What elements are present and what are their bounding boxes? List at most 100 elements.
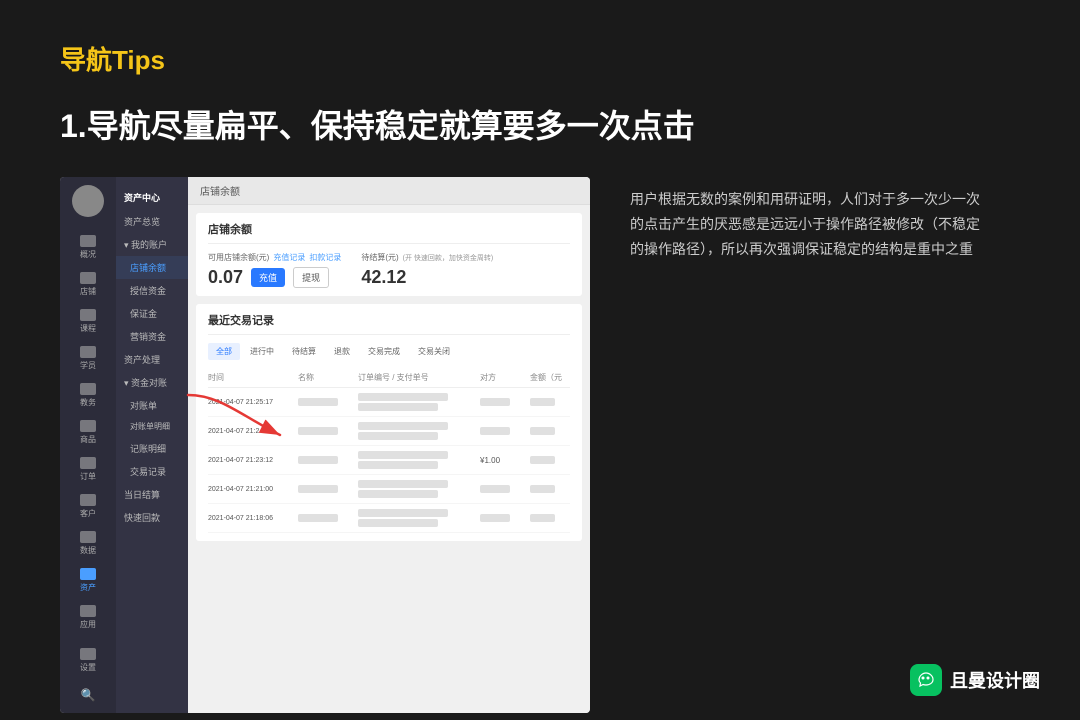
cell-amount: [530, 514, 555, 522]
col-name: 名称: [298, 372, 358, 383]
sub-sidebar-item-statement-detail[interactable]: 对账单明细: [116, 417, 188, 437]
sidebar-logo: [72, 185, 104, 217]
cell-party: [480, 398, 510, 406]
pending-label: 待结算(元): [361, 252, 398, 263]
deduction-link[interactable]: 扣款记录: [309, 252, 341, 263]
pay-num: [358, 461, 438, 469]
pay-num: [358, 432, 438, 440]
tab-row: 全部 进行中 待结算 退款 交易完成 交易关闭: [208, 343, 570, 360]
cell-name: [298, 427, 338, 435]
sidebar: 概况 店铺 课程 学员 教务: [60, 177, 116, 713]
cell-amount: [530, 485, 555, 493]
sidebar-item-label: 客户: [80, 508, 96, 519]
goods-icon: [80, 420, 96, 432]
pay-num: [358, 403, 438, 411]
content-breadcrumb: 店铺余额: [188, 177, 590, 205]
sub-sidebar-item-reconcile[interactable]: ▾ 资金对账: [116, 371, 188, 394]
sidebar-item-customer[interactable]: 客户: [60, 488, 116, 525]
col-party: 对方: [480, 372, 530, 383]
sub-sidebar-title: 资产中心: [116, 185, 188, 210]
transaction-section: 最近交易记录 全部 进行中 待结算 退款 交易完成 交易关闭 时间 名称 订单编…: [196, 304, 582, 541]
sidebar-item-label: 资产: [80, 582, 96, 593]
sub-sidebar-item-credit[interactable]: 授信资金: [116, 279, 188, 302]
cell-time: 2021-04-07 21:23:12: [208, 457, 298, 464]
sub-sidebar-item-transaction[interactable]: 交易记录: [116, 460, 188, 483]
main-heading: 1.导航尽量扁平、保持稳定就算要多一次点击: [60, 101, 1020, 147]
sub-sidebar-item-statement[interactable]: 对账单: [116, 394, 188, 417]
table-row: 2021-04-07 21:24:19: [208, 417, 570, 446]
sidebar-item-label: 店铺: [80, 286, 96, 297]
sidebar-item-course[interactable]: 课程: [60, 303, 116, 340]
sidebar-item-label: 学员: [80, 360, 96, 371]
tab-closed[interactable]: 交易关闭: [410, 343, 458, 360]
ui-mockup: 概况 店铺 课程 学员 教务: [60, 177, 590, 713]
page-container: 导航Tips 1.导航尽量扁平、保持稳定就算要多一次点击 概况 店铺 课程: [0, 0, 1080, 720]
pending-balance-block: 待结算(元) (开 快速回款，加快资金周转) 42.12: [361, 252, 493, 288]
brand-name: 且曼设计圈: [950, 667, 1040, 693]
tab-refund[interactable]: 退款: [326, 343, 358, 360]
sidebar-item-label: 数据: [80, 545, 96, 556]
sidebar-item-data[interactable]: 数据: [60, 525, 116, 562]
data-icon: [80, 531, 96, 543]
cell-amount: [530, 398, 555, 406]
sub-sidebar-item-fast-refund[interactable]: 快速回款: [116, 506, 188, 529]
order-num: [358, 451, 448, 459]
sidebar-item-asset[interactable]: 资产: [60, 562, 116, 599]
sub-sidebar-item-overview[interactable]: 资产总览: [116, 210, 188, 233]
sidebar-item-order[interactable]: 订单: [60, 451, 116, 488]
sidebar-item-student[interactable]: 学员: [60, 340, 116, 377]
tab-completed[interactable]: 交易完成: [360, 343, 408, 360]
shop-icon: [80, 272, 96, 284]
order-num: [358, 480, 448, 488]
table-row: 2021-04-07 21:21:00: [208, 475, 570, 504]
app-icon: [80, 605, 96, 617]
cell-name: [298, 485, 338, 493]
sidebar-item-dashboard[interactable]: 概况: [60, 229, 116, 266]
tab-pending-settle[interactable]: 待结算: [284, 343, 324, 360]
pay-num: [358, 519, 438, 527]
cell-amount: [530, 456, 555, 464]
pending-amount-value: 42.12: [361, 267, 406, 287]
col-order: 订单编号 / 支付单号: [358, 372, 480, 383]
tab-processing[interactable]: 进行中: [242, 343, 282, 360]
sidebar-item-label: 应用: [80, 619, 96, 630]
asset-icon: [80, 568, 96, 580]
table-row: 2021-04-07 21:23:12 ¥1.00: [208, 446, 570, 475]
sidebar-item-label: 教务: [80, 397, 96, 408]
wechat-svg: [916, 670, 936, 690]
tab-all[interactable]: 全部: [208, 343, 240, 360]
cell-order: [358, 422, 480, 440]
sidebar-item-label: 课程: [80, 323, 96, 334]
charge-link[interactable]: 充值记录: [273, 252, 305, 263]
available-balance-block: 可用店铺余额(元) 充值记录 扣款记录 0.07 充值 提现: [208, 252, 341, 288]
pending-amount: 42.12: [361, 267, 493, 288]
search-icon[interactable]: 🔍: [78, 685, 98, 705]
sidebar-item-goods[interactable]: 商品: [60, 414, 116, 451]
sidebar-item-app[interactable]: 应用: [60, 599, 116, 636]
sub-sidebar-item-marketing[interactable]: 营销资金: [116, 325, 188, 348]
sub-sidebar-item-daily-settle[interactable]: 当日结算: [116, 483, 188, 506]
sub-sidebar-item-balance[interactable]: 店铺余额: [116, 256, 188, 279]
balance-amount: 0.07: [208, 267, 243, 288]
sub-sidebar-item-asset-process[interactable]: 资产处理: [116, 348, 188, 371]
balance-section-title: 店铺余额: [208, 221, 570, 244]
sub-sidebar-item-account-detail[interactable]: 记账明细: [116, 437, 188, 460]
sub-sidebar-item-deposit[interactable]: 保证金: [116, 302, 188, 325]
col-amount: 金额（元: [530, 372, 570, 383]
sidebar-item-shop[interactable]: 店铺: [60, 266, 116, 303]
order-icon: [80, 457, 96, 469]
charge-button[interactable]: 充值: [251, 268, 285, 287]
sidebar-item-edu[interactable]: 教务: [60, 377, 116, 414]
description-text: 用户根据无数的案例和用研证明，人们对于多一次少一次的点击产生的厌恶感是远远小于操…: [630, 187, 990, 263]
dashboard-icon: [80, 235, 96, 247]
withdraw-button[interactable]: 提现: [293, 267, 329, 288]
cell-order: [358, 393, 480, 411]
cell-party: [480, 485, 510, 493]
right-panel: 用户根据无数的案例和用研证明，人们对于多一次少一次的点击产生的厌恶感是远远小于操…: [630, 177, 1020, 263]
col-time: 时间: [208, 372, 298, 383]
sub-sidebar-item-myaccount[interactable]: ▾ 我的账户: [116, 233, 188, 256]
sidebar-item-settings[interactable]: 设置: [60, 642, 116, 679]
student-icon: [80, 346, 96, 358]
cell-party: ¥1.00: [480, 456, 530, 465]
wechat-icon: [910, 664, 942, 696]
